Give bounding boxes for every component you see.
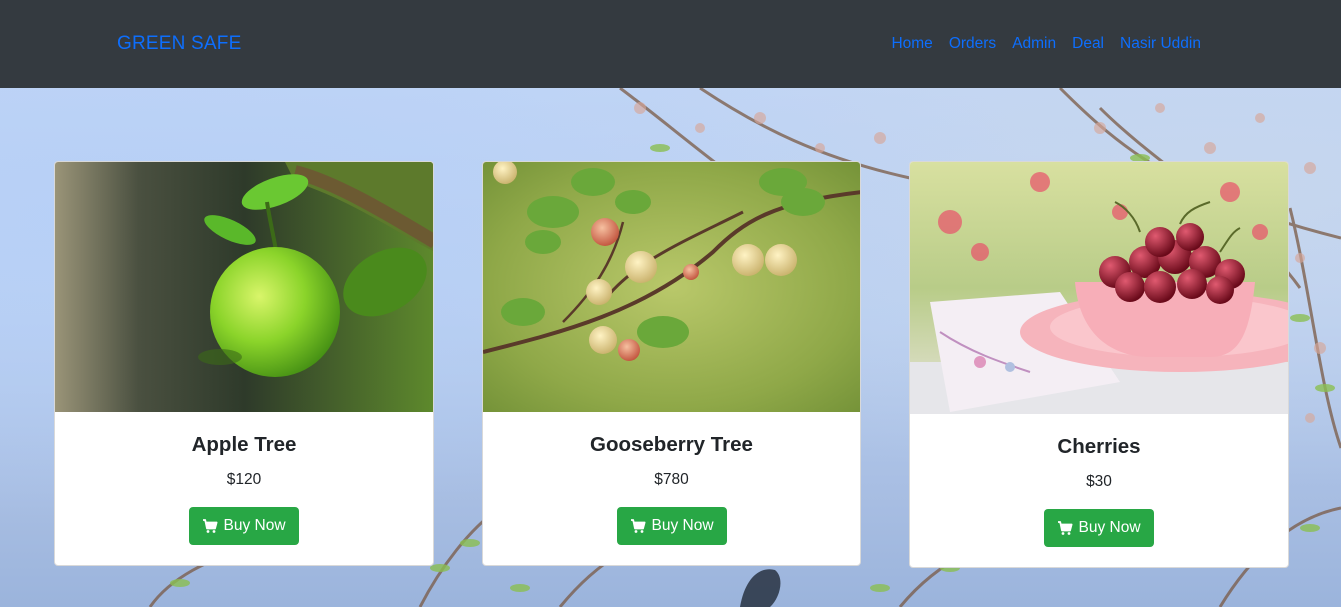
product-image-cherries [910, 162, 1288, 414]
product-price: $30 [1086, 473, 1112, 490]
shopping-cart-icon [203, 519, 218, 533]
buy-now-button[interactable]: Buy Now [189, 507, 299, 545]
product-price: $120 [226, 471, 262, 488]
product-title: Apple Tree [191, 433, 297, 456]
product-image-apple-tree [55, 162, 433, 412]
shopping-cart-icon [1058, 521, 1073, 535]
nav-link-admin[interactable]: Admin [1012, 35, 1056, 53]
product-price: $780 [654, 471, 689, 488]
buy-now-button[interactable]: Buy Now [617, 507, 727, 545]
product-card-cherries: Cherries $30 Buy Now [909, 161, 1289, 568]
product-title: Gooseberry Tree [590, 433, 753, 456]
product-card-apple-tree: Apple Tree $120 Buy Now [54, 161, 434, 566]
product-image-gooseberry-tree [483, 162, 860, 412]
shopping-cart-icon [631, 519, 646, 533]
navbar: GREEN SAFE Home Orders Admin Deal Nasir … [0, 0, 1341, 88]
nav-link-orders[interactable]: Orders [949, 35, 996, 53]
product-card-gooseberry-tree: Gooseberry Tree $780 Buy Now [482, 161, 861, 566]
product-title: Cherries [1057, 435, 1141, 458]
brand-logo[interactable]: GREEN SAFE [117, 33, 241, 55]
buy-now-label: Buy Now [223, 517, 286, 534]
buy-now-label: Buy Now [1078, 519, 1141, 536]
nav-links: Home Orders Admin Deal Nasir Uddin [891, 35, 1201, 53]
buy-now-button[interactable]: Buy Now [1044, 509, 1154, 547]
nav-link-home[interactable]: Home [891, 35, 932, 53]
nav-link-user[interactable]: Nasir Uddin [1120, 35, 1201, 53]
buy-now-label: Buy Now [651, 517, 714, 534]
nav-link-deal[interactable]: Deal [1072, 35, 1104, 53]
